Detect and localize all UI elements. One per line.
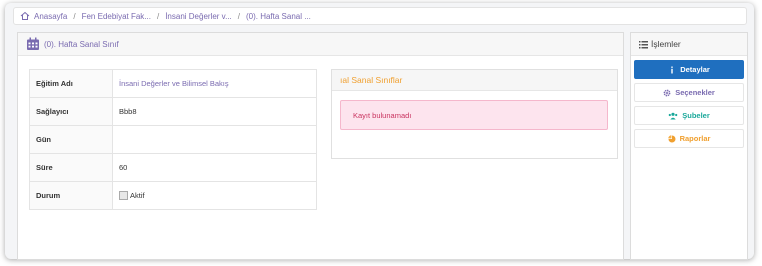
virtual-class-card: (0). Hafta Sanal Sınıf Eğitim Adı İnsani… [17, 32, 624, 260]
cog-icon [663, 89, 671, 97]
reports-button-label: Raporlar [679, 134, 711, 143]
virtual-classes-panel: ıal Sanal Sınıflar Kayıt bulunamadı [331, 69, 618, 159]
branches-button-label: Şubeler [682, 111, 710, 120]
breadcrumb-current: (0). Hafta Sanal ... [245, 11, 311, 21]
detail-value: 60 [112, 153, 317, 182]
users-icon [668, 112, 678, 120]
page-frame: Anasayfa / Fen Edebiyat Fak... / İnsani … [5, 3, 754, 260]
empty-alert: Kayıt bulunamadı [340, 100, 608, 130]
detail-label: Gün [29, 125, 113, 154]
branches-button[interactable]: Şubeler [634, 106, 744, 125]
breadcrumb: Anasayfa / Fen Edebiyat Fak... / İnsani … [13, 7, 747, 25]
detail-value: İnsani Değerler ve Bilimsel Bakış [112, 69, 317, 98]
card-header: (0). Hafta Sanal Sınıf [18, 33, 623, 56]
details-button[interactable]: Detaylar [634, 60, 744, 79]
status-value: Aktif [130, 190, 145, 200]
detail-value: Bbb8 [112, 97, 317, 126]
detail-label: Durum [29, 181, 113, 210]
breadcrumb-separator: / [156, 11, 160, 21]
reports-button[interactable]: Raporlar [634, 129, 744, 148]
breadcrumb-separator: / [237, 11, 240, 21]
list-icon [639, 40, 648, 49]
virtual-classes-title: ıal Sanal Sınıflar [332, 70, 617, 91]
details-button-label: Detaylar [680, 65, 710, 74]
detail-label: Eğitim Adı [29, 69, 113, 98]
status-checkbox [119, 191, 128, 201]
detail-value [112, 125, 317, 154]
pie-chart-icon [667, 134, 676, 143]
options-button-label: Seçenekler [675, 88, 715, 97]
calendar-icon [26, 37, 40, 51]
actions-header: İşlemler [631, 33, 747, 56]
table-row: Durum Aktif [29, 181, 317, 210]
info-icon [668, 66, 676, 74]
options-button[interactable]: Seçenekler [634, 83, 744, 102]
page-title: (0). Hafta Sanal Sınıf [44, 39, 119, 49]
breadcrumb-separator: / [73, 11, 76, 21]
breadcrumb-course-link[interactable]: İnsani Değerler v... [165, 12, 232, 21]
table-row: Eğitim Adı İnsani Değerler ve Bilimsel B… [29, 69, 317, 98]
home-icon[interactable] [20, 11, 30, 21]
detail-label: Süre [29, 153, 113, 182]
actions-panel: İşlemler Detaylar Seçenekler Şubeler Rap [630, 32, 748, 260]
status-cell: Aktif [112, 181, 317, 210]
table-row: Gün [29, 125, 317, 154]
details-table: Eğitim Adı İnsani Değerler ve Bilimsel B… [29, 69, 317, 210]
table-row: Süre 60 [29, 153, 317, 182]
table-row: Sağlayıcı Bbb8 [29, 97, 317, 126]
detail-label: Sağlayıcı [29, 97, 113, 126]
actions-title: İşlemler [651, 39, 681, 49]
breadcrumb-faculty-link[interactable]: Fen Edebiyat Fak... [82, 12, 151, 21]
breadcrumb-home-link[interactable]: Anasayfa [34, 12, 67, 21]
